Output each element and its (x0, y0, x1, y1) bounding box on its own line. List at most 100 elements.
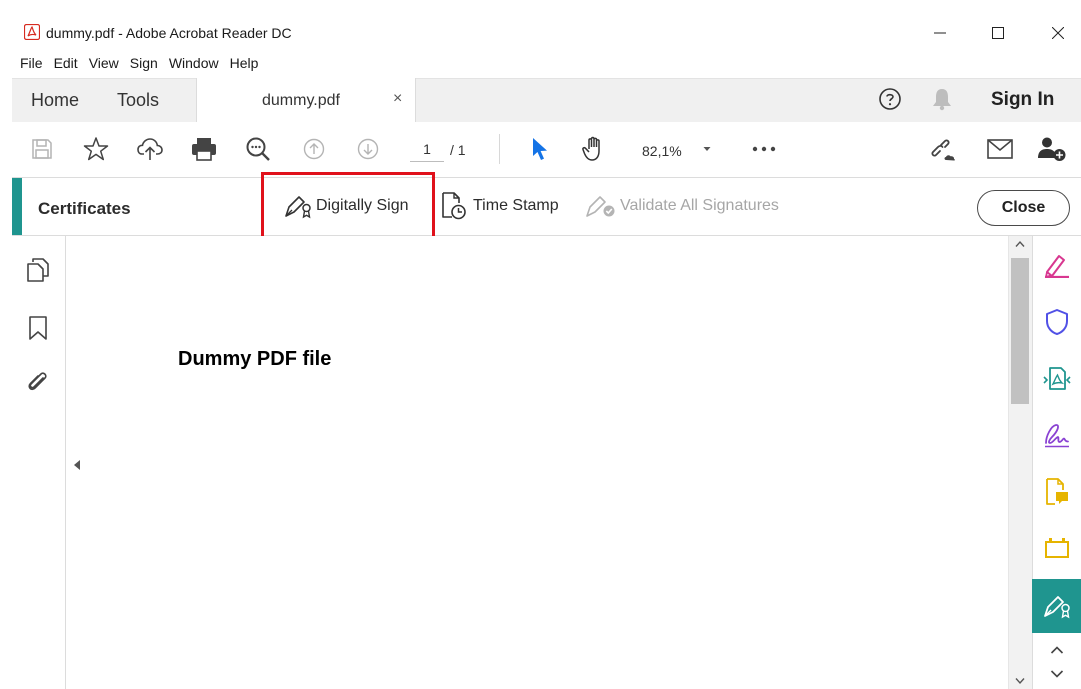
printer-icon (192, 138, 216, 161)
close-certificates-button[interactable]: Close (977, 190, 1070, 226)
save-icon (32, 139, 52, 159)
help-icon (879, 88, 901, 110)
scroll-up-button[interactable] (1015, 240, 1025, 248)
tab-document-title: dummy.pdf (262, 92, 340, 109)
document-comment-icon (1046, 478, 1068, 505)
menu-help[interactable]: Help (230, 54, 259, 72)
export-pdf-tool[interactable] (1040, 362, 1074, 396)
next-page-button[interactable] (352, 133, 384, 165)
tab-bar (12, 78, 1081, 122)
maximize-button[interactable] (975, 16, 1021, 50)
window-title: dummy.pdf - Adobe Acrobat Reader DC (46, 25, 292, 41)
more-dots-icon (752, 146, 776, 152)
triangle-left-icon (74, 460, 80, 470)
upload-cloud-button[interactable] (134, 133, 166, 165)
zoom-out-button[interactable] (242, 133, 274, 165)
menu-view[interactable]: View (89, 54, 119, 72)
request-signatures-tool[interactable] (1040, 418, 1074, 452)
validate-all-signatures-button[interactable]: Validate All Signatures (584, 193, 779, 219)
bookmarks-button[interactable] (28, 315, 48, 341)
envelope-icon (987, 139, 1013, 159)
bookmark-icon (29, 316, 47, 340)
pen-check-icon (586, 196, 615, 217)
stamp-tool[interactable] (1040, 531, 1074, 565)
navigation-pane (12, 236, 66, 689)
certificates-title: Certificates (38, 199, 131, 218)
arrow-up-circle-icon (303, 138, 325, 160)
comment-tool[interactable] (1040, 475, 1074, 509)
time-stamp-button[interactable]: Time Stamp (441, 191, 559, 221)
tab-tools[interactable]: Tools (117, 90, 159, 110)
print-button[interactable] (188, 133, 220, 165)
tab-close-button[interactable]: × (393, 89, 402, 109)
collapse-nav-arrow[interactable] (73, 459, 81, 471)
certificates-accent-bar (12, 178, 22, 235)
pages-icon (27, 258, 49, 282)
bookmark-star-button[interactable] (80, 133, 112, 165)
paperclip-icon (28, 372, 47, 391)
menu-edit[interactable]: Edit (54, 54, 78, 72)
chevron-down-icon (703, 147, 711, 151)
link-cloud-icon (931, 139, 955, 161)
close-icon (1052, 27, 1064, 39)
menu-sign[interactable]: Sign (130, 54, 158, 72)
shield-icon (1046, 309, 1068, 335)
hand-icon (582, 136, 600, 161)
notifications-button[interactable] (931, 87, 953, 111)
pen-pink-icon (1044, 255, 1069, 278)
sign-in-button[interactable]: Sign In (991, 89, 1054, 111)
document-heading: Dummy PDF file (178, 348, 332, 370)
email-button[interactable] (984, 133, 1016, 165)
page-number-input[interactable]: 1 (410, 138, 444, 162)
validate-all-signatures-label: Validate All Signatures (620, 197, 779, 214)
cloud-upload-icon (137, 138, 163, 160)
certificates-tool[interactable] (1040, 589, 1074, 623)
chevron-up-icon (1015, 240, 1025, 247)
hand-tool-button[interactable] (578, 133, 610, 165)
star-icon (83, 137, 109, 161)
arrow-down-circle-icon (357, 138, 379, 160)
chevron-down-icon (1050, 670, 1064, 678)
share-link-button[interactable] (928, 133, 960, 165)
add-user-icon (1038, 137, 1066, 161)
scrollbar-thumb[interactable] (1011, 258, 1029, 404)
minimize-icon (934, 32, 946, 34)
acrobat-app-icon (24, 24, 40, 40)
more-tools-button[interactable] (748, 133, 780, 165)
tools-scroll-down-button[interactable] (1050, 669, 1064, 679)
chevron-up-icon (1050, 646, 1064, 654)
tools-scroll-up-button[interactable] (1050, 645, 1064, 655)
save-button[interactable] (26, 133, 58, 165)
protect-tool[interactable] (1040, 305, 1074, 339)
menu-bar: File Edit View Sign Window Help (0, 52, 1081, 74)
menu-window[interactable]: Window (169, 54, 219, 72)
select-tool-button[interactable] (524, 133, 556, 165)
tab-home[interactable]: Home (31, 90, 79, 110)
minimize-button[interactable] (917, 16, 963, 50)
zoom-search-icon (246, 137, 270, 161)
add-user-button[interactable] (1036, 133, 1068, 165)
stamp-yellow-icon (1045, 538, 1069, 558)
toolbar-divider (499, 134, 500, 164)
bell-icon (933, 89, 951, 111)
page-total-label: / 1 (450, 142, 466, 158)
help-button[interactable] (878, 87, 902, 111)
previous-page-button[interactable] (298, 133, 330, 165)
maximize-icon (992, 27, 1004, 39)
fill-and-sign-tool[interactable] (1040, 248, 1074, 282)
document-clock-icon (442, 192, 466, 220)
page-thumbnails-button[interactable] (26, 257, 50, 283)
document-page (90, 236, 1008, 689)
cursor-arrow-icon (533, 138, 547, 160)
highlight-annotation-box (261, 172, 435, 239)
signature-purple-icon (1045, 424, 1069, 448)
attachments-button[interactable] (26, 370, 50, 396)
export-pdf-icon (1043, 367, 1071, 390)
zoom-level-select[interactable]: 82,1% (642, 141, 682, 161)
scroll-down-button[interactable] (1015, 677, 1025, 685)
menu-file[interactable]: File (20, 54, 43, 72)
window-close-button[interactable] (1035, 16, 1081, 50)
time-stamp-label: Time Stamp (473, 197, 559, 214)
zoom-dropdown-arrow[interactable] (702, 145, 712, 153)
chevron-down-icon (1015, 678, 1025, 685)
